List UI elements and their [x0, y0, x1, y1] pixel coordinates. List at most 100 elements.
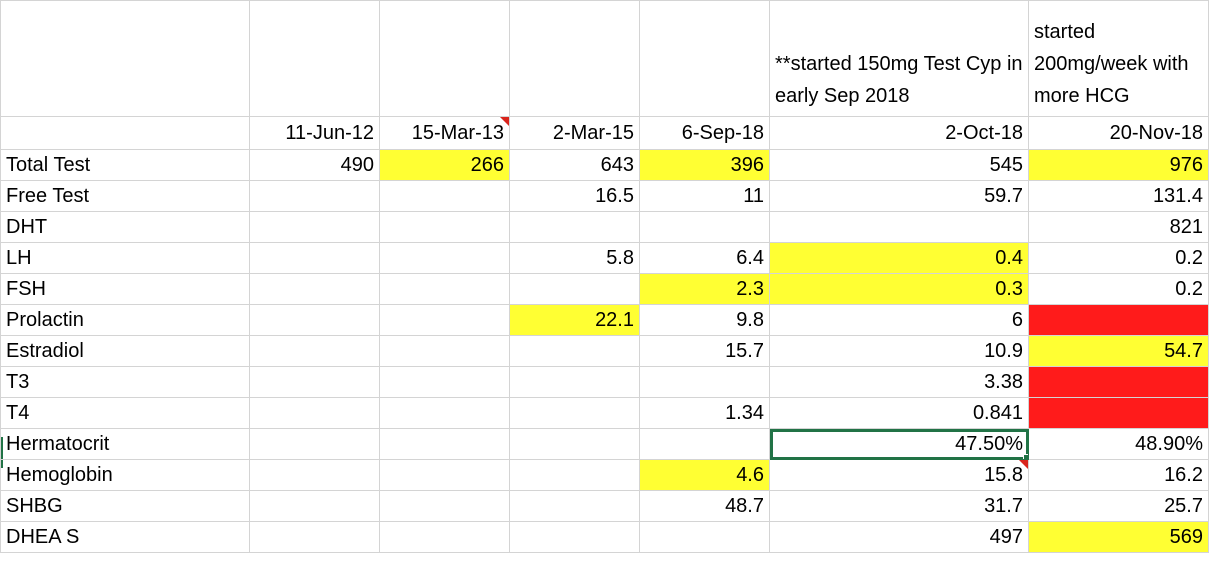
value-cell[interactable] [249, 242, 380, 274]
value-cell-with-comment[interactable]: 15.8 [769, 459, 1029, 491]
value-cell[interactable] [379, 428, 510, 460]
value-cell[interactable] [249, 521, 380, 553]
comment-indicator-icon[interactable] [1019, 460, 1028, 469]
row-label[interactable]: DHEA S [0, 521, 250, 553]
value-cell[interactable] [249, 366, 380, 398]
date-cell[interactable]: 20-Nov-18 [1028, 116, 1209, 150]
value-cell[interactable] [379, 521, 510, 553]
row-label[interactable]: Total Test [0, 149, 250, 181]
cell[interactable] [639, 0, 770, 117]
value-cell[interactable] [379, 242, 510, 274]
value-cell[interactable] [249, 211, 380, 243]
value-cell[interactable] [639, 366, 770, 398]
date-cell-with-comment[interactable]: 15-Mar-13 [379, 116, 510, 150]
value-cell[interactable]: 10.9 [769, 335, 1029, 367]
value-cell[interactable]: 9.8 [639, 304, 770, 336]
value-cell[interactable]: 59.7 [769, 180, 1029, 212]
value-cell[interactable]: 11 [639, 180, 770, 212]
value-cell[interactable]: 490 [249, 149, 380, 181]
value-cell[interactable] [639, 521, 770, 553]
value-cell[interactable] [1028, 397, 1209, 429]
value-cell[interactable] [379, 273, 510, 305]
value-cell[interactable]: 2.3 [639, 273, 770, 305]
value-cell[interactable]: 0.841 [769, 397, 1029, 429]
value-cell[interactable] [379, 397, 510, 429]
value-cell[interactable]: 396 [639, 149, 770, 181]
value-cell[interactable] [1028, 304, 1209, 336]
value-cell[interactable]: 5.8 [509, 242, 640, 274]
value-cell[interactable]: 643 [509, 149, 640, 181]
value-cell[interactable] [249, 428, 380, 460]
value-cell[interactable] [249, 180, 380, 212]
row-label[interactable]: Prolactin [0, 304, 250, 336]
value-cell[interactable]: 0.2 [1028, 242, 1209, 274]
value-cell[interactable]: 15.7 [639, 335, 770, 367]
cell[interactable] [0, 0, 250, 117]
note-cell-nov18[interactable]: started 200mg/week with more HCG [1028, 0, 1209, 117]
value-cell[interactable] [509, 273, 640, 305]
row-label[interactable]: SHBG [0, 490, 250, 522]
row-label[interactable]: T4 [0, 397, 250, 429]
value-cell[interactable]: 48.7 [639, 490, 770, 522]
value-cell[interactable] [249, 490, 380, 522]
date-cell[interactable]: 2-Mar-15 [509, 116, 640, 150]
value-cell[interactable]: 1.34 [639, 397, 770, 429]
value-cell[interactable] [769, 211, 1029, 243]
cell[interactable] [0, 116, 250, 150]
value-cell[interactable]: 25.7 [1028, 490, 1209, 522]
value-cell[interactable]: 266 [379, 149, 510, 181]
value-cell[interactable]: 976 [1028, 149, 1209, 181]
value-cell[interactable]: 22.1 [509, 304, 640, 336]
value-cell[interactable] [509, 459, 640, 491]
comment-indicator-icon[interactable] [500, 117, 509, 126]
value-cell[interactable]: 31.7 [769, 490, 1029, 522]
value-cell[interactable] [379, 335, 510, 367]
value-cell[interactable] [639, 428, 770, 460]
row-label[interactable]: T3 [0, 366, 250, 398]
row-label[interactable]: Hermatocrit [0, 428, 250, 460]
value-cell[interactable]: 16.2 [1028, 459, 1209, 491]
value-cell[interactable] [509, 490, 640, 522]
value-cell[interactable] [509, 335, 640, 367]
value-cell[interactable]: 821 [1028, 211, 1209, 243]
value-cell[interactable] [379, 304, 510, 336]
cell[interactable] [509, 0, 640, 117]
value-cell[interactable]: 569 [1028, 521, 1209, 553]
value-cell[interactable]: 6 [769, 304, 1029, 336]
value-cell[interactable]: 131.4 [1028, 180, 1209, 212]
value-cell[interactable] [379, 490, 510, 522]
value-cell[interactable] [249, 273, 380, 305]
value-cell[interactable] [249, 335, 380, 367]
value-cell[interactable]: 0.4 [769, 242, 1029, 274]
value-cell[interactable] [379, 211, 510, 243]
value-cell[interactable] [249, 304, 380, 336]
selected-cell[interactable]: 47.50% [769, 428, 1029, 460]
cell[interactable] [249, 0, 380, 117]
cell[interactable] [379, 0, 510, 117]
value-cell[interactable]: 48.90% [1028, 428, 1209, 460]
value-cell[interactable] [509, 211, 640, 243]
value-cell[interactable] [379, 459, 510, 491]
row-label[interactable]: Hemoglobin [0, 459, 250, 491]
value-cell[interactable]: 3.38 [769, 366, 1029, 398]
value-cell[interactable]: 0.2 [1028, 273, 1209, 305]
value-cell[interactable] [509, 366, 640, 398]
value-cell[interactable] [639, 211, 770, 243]
row-label[interactable]: Estradiol [0, 335, 250, 367]
value-cell[interactable] [509, 397, 640, 429]
row-label[interactable]: FSH [0, 273, 250, 305]
value-cell[interactable] [379, 366, 510, 398]
value-cell[interactable]: 54.7 [1028, 335, 1209, 367]
value-cell[interactable] [249, 459, 380, 491]
row-label[interactable]: LH [0, 242, 250, 274]
value-cell[interactable] [509, 521, 640, 553]
value-cell[interactable] [249, 397, 380, 429]
date-cell[interactable]: 11-Jun-12 [249, 116, 380, 150]
value-cell[interactable] [379, 180, 510, 212]
row-label[interactable]: Free Test [0, 180, 250, 212]
date-cell[interactable]: 2-Oct-18 [769, 116, 1029, 150]
value-cell[interactable] [1028, 366, 1209, 398]
value-cell[interactable]: 4.6 [639, 459, 770, 491]
value-cell[interactable]: 16.5 [509, 180, 640, 212]
value-cell[interactable]: 497 [769, 521, 1029, 553]
